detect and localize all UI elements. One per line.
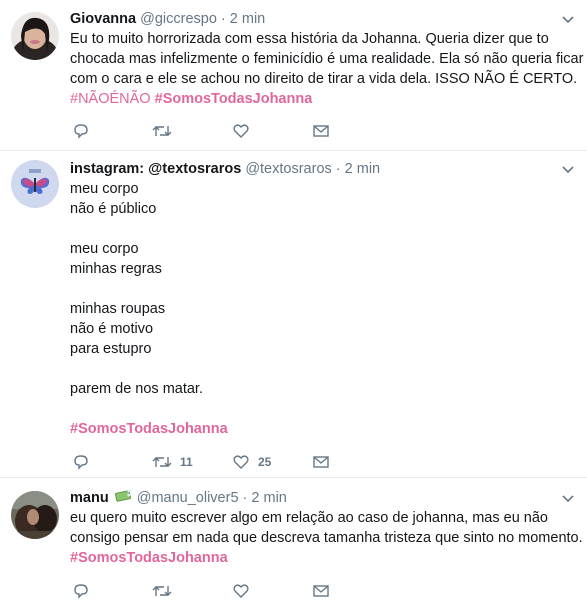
- tweet-line: [70, 399, 575, 419]
- retweet-count: 11: [180, 455, 193, 469]
- reply-button[interactable]: [72, 582, 90, 600]
- tweet-manu[interactable]: manu @manu_oliver5 · 2 min eu quero muit…: [0, 478, 587, 609]
- tweet-line: não é motivo: [70, 321, 154, 337]
- tweet-line: [70, 219, 575, 239]
- message-icon: [313, 585, 329, 597]
- tweet-line: chocada mas infelizmente o feminicídio é…: [70, 51, 584, 67]
- tweet-text: Eu to muito horrorizada com essa históri…: [70, 29, 584, 109]
- timestamp[interactable]: · 2 min: [336, 161, 380, 177]
- tweet-line: com o cara e ele se achou no direito de …: [70, 71, 578, 87]
- avatar-giovanna[interactable]: [11, 12, 59, 60]
- like-icon: [233, 455, 249, 469]
- tweet-line: consigo pensar em nada que descreva tama…: [70, 530, 583, 546]
- reply-icon: [74, 584, 88, 599]
- retweet-button[interactable]: 11: [152, 453, 193, 471]
- tweet-line: [70, 359, 575, 379]
- direct-message-button[interactable]: [312, 582, 330, 600]
- reply-button[interactable]: [72, 122, 90, 140]
- avatar-textosraros[interactable]: [11, 160, 59, 208]
- like-count: 25: [258, 455, 272, 469]
- author-handle[interactable]: @giccrespo: [140, 11, 217, 27]
- hashtag-link[interactable]: #SomosTodasJohanna: [70, 550, 228, 566]
- direct-message-button[interactable]: [312, 122, 330, 140]
- message-icon: [313, 125, 329, 137]
- tweet-line: minhas roupas: [70, 301, 166, 317]
- retweet-button[interactable]: [152, 582, 180, 600]
- author-name[interactable]: instagram: @textosraros: [70, 161, 241, 177]
- chevron-down-icon[interactable]: [561, 162, 575, 176]
- tweet-actions: [72, 122, 372, 140]
- author-name[interactable]: manu: [70, 490, 109, 506]
- message-icon: [313, 456, 329, 468]
- timestamp[interactable]: · 2 min: [221, 11, 265, 27]
- like-icon: [233, 584, 249, 598]
- author-handle[interactable]: @manu_oliver5: [137, 490, 239, 506]
- avatar-manu[interactable]: [11, 491, 59, 539]
- tweet-line: para estupro: [70, 341, 152, 357]
- author-name[interactable]: Giovanna: [70, 11, 136, 27]
- tweet-line: parem de nos matar.: [70, 381, 203, 397]
- reply-button[interactable]: [72, 453, 90, 471]
- reply-icon: [74, 455, 88, 470]
- tweet-text: meu corpo não é público meu corpo minhas…: [70, 179, 575, 439]
- retweet-button[interactable]: [152, 122, 180, 140]
- chevron-down-icon[interactable]: [561, 12, 575, 26]
- reply-icon: [74, 124, 88, 139]
- tweet-actions: [72, 582, 372, 600]
- tweet-giovanna[interactable]: Giovanna @giccrespo · 2 min Eu to muito …: [0, 0, 587, 150]
- like-button[interactable]: [232, 582, 258, 600]
- tweet-line: [70, 279, 575, 299]
- tweet-line: minhas regras: [70, 261, 162, 277]
- money-emoji-icon: [114, 489, 132, 502]
- direct-message-button[interactable]: [312, 453, 330, 471]
- like-button[interactable]: 25: [232, 453, 271, 471]
- like-icon: [233, 124, 249, 138]
- hashtag-link[interactable]: #NÃOÉNÃO: [70, 91, 151, 107]
- retweet-icon: [152, 126, 172, 136]
- tweet-textosraros[interactable]: instagram: @textosraros @textosraros · 2…: [0, 151, 587, 476]
- tweet-text: eu quero muito escrever algo em relação …: [70, 508, 583, 568]
- like-button[interactable]: [232, 122, 258, 140]
- tweet-line: Eu to muito horrorizada com essa históri…: [70, 31, 549, 47]
- tweet-actions: 11 25: [72, 453, 372, 471]
- tweet-line: meu corpo: [70, 181, 139, 197]
- retweet-icon: [152, 586, 172, 596]
- tweet-line: não é público: [70, 201, 157, 217]
- hashtag-link[interactable]: #SomosTodasJohanna: [70, 421, 228, 437]
- tweet-line: eu quero muito escrever algo em relação …: [70, 510, 548, 526]
- chevron-down-icon[interactable]: [561, 491, 575, 505]
- tweet-line: meu corpo: [70, 241, 139, 257]
- timestamp[interactable]: · 2 min: [243, 490, 287, 506]
- retweet-icon: [152, 457, 172, 467]
- author-handle[interactable]: @textosraros: [245, 161, 331, 177]
- hashtag-link[interactable]: #SomosTodasJohanna: [155, 91, 313, 107]
